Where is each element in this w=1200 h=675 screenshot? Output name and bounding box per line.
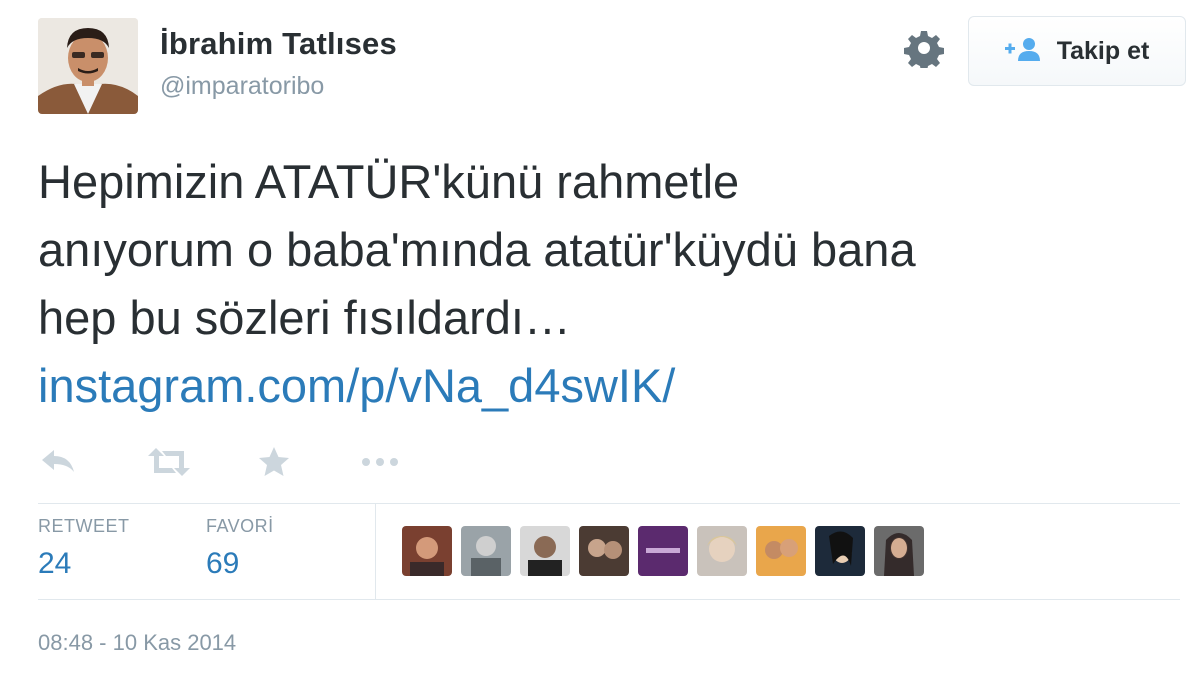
avatar[interactable] bbox=[38, 18, 138, 114]
timestamp[interactable]: 08:48 - 10 Kas 2014 bbox=[38, 630, 236, 656]
stats-separator bbox=[375, 503, 376, 599]
user-name[interactable]: İbrahim Tatlıses bbox=[160, 26, 397, 62]
add-user-icon bbox=[1004, 37, 1043, 66]
follow-button-label: Takip et bbox=[1056, 36, 1150, 65]
tweet-line: hep bu sözleri fısıldardı… bbox=[38, 291, 571, 344]
gear-icon[interactable] bbox=[904, 28, 944, 71]
divider bbox=[38, 599, 1180, 600]
tweet-line: anıyorum o baba'mında atatür'küydü bana bbox=[38, 223, 916, 276]
retweet-label: RETWEET bbox=[38, 516, 130, 536]
favorite-icon[interactable] bbox=[252, 442, 296, 482]
more-icon[interactable] bbox=[356, 442, 400, 482]
favoriter-avatar[interactable] bbox=[874, 526, 924, 576]
favoriter-avatar[interactable] bbox=[815, 526, 865, 576]
favoriter-avatar[interactable] bbox=[756, 526, 806, 576]
favorite-label: FAVORİ bbox=[206, 516, 274, 536]
favorite-stat[interactable]: FAVORİ 69 bbox=[206, 516, 274, 581]
reply-icon[interactable] bbox=[38, 442, 82, 482]
favorite-count: 69 bbox=[206, 547, 240, 580]
favoriter-avatar[interactable] bbox=[520, 526, 570, 576]
favoriter-avatar[interactable] bbox=[579, 526, 629, 576]
retweet-icon[interactable] bbox=[144, 442, 190, 482]
user-handle[interactable]: @imparatoribo bbox=[160, 72, 324, 101]
divider bbox=[38, 503, 1180, 504]
tweet-line: Hepimizin ATATÜR'künü rahmetle bbox=[38, 155, 740, 208]
retweet-count: 24 bbox=[38, 547, 72, 580]
favoriter-avatar[interactable] bbox=[402, 526, 452, 576]
tweet-link[interactable]: instagram.com/p/vNa_d4swIK/ bbox=[38, 359, 675, 412]
favoriter-avatar[interactable] bbox=[461, 526, 511, 576]
favoriter-avatar[interactable] bbox=[697, 526, 747, 576]
retweet-stat[interactable]: RETWEET 24 bbox=[38, 516, 130, 581]
tweet-text: Hepimizin ATATÜR'künü rahmetle anıyorum … bbox=[38, 148, 1168, 420]
favoriter-avatar[interactable] bbox=[638, 526, 688, 576]
follow-button[interactable]: Takip et bbox=[968, 16, 1186, 86]
